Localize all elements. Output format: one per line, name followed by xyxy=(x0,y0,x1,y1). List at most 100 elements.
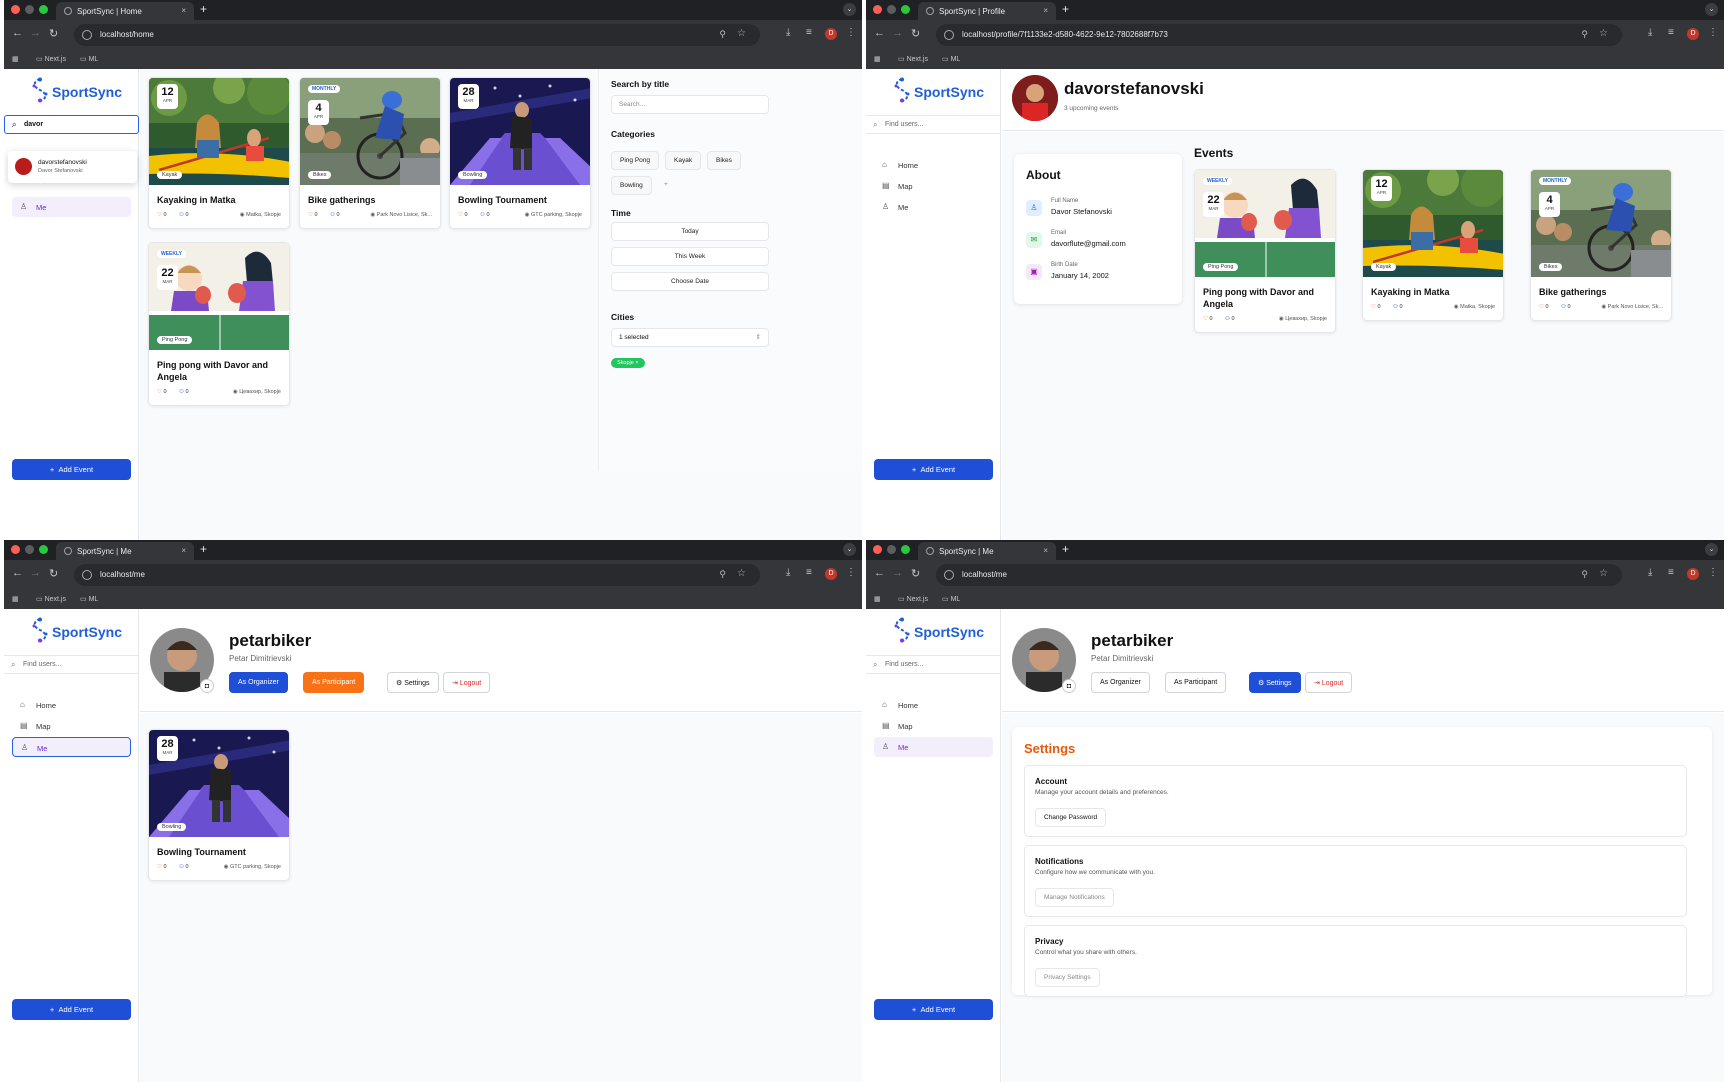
cities-select[interactable]: 1 selected ⇕ xyxy=(611,328,769,347)
find-users-input[interactable]: ⌕ Find users... xyxy=(866,115,1001,134)
close-window-dot[interactable] xyxy=(11,5,20,14)
address-bar[interactable]: localhost/me ⚲ ☆ xyxy=(74,564,760,586)
event-card[interactable]: MONTHLY 4 APR Bikes Bike gatherings ♡ 0 ⚇… xyxy=(299,77,441,229)
find-users-input[interactable]: ⌕ Find users... xyxy=(866,655,1001,674)
maximize-window-dot[interactable] xyxy=(39,545,48,554)
new-tab-button[interactable]: + xyxy=(200,2,207,16)
reload-icon[interactable]: ↻ xyxy=(911,567,920,580)
participants-button[interactable]: ⚇ 0 xyxy=(1225,316,1235,322)
profile-avatar[interactable]: D xyxy=(1687,568,1699,580)
profile-avatar[interactable]: D xyxy=(1687,28,1699,40)
as-participant-button[interactable]: As Participant xyxy=(1165,672,1227,693)
profile-avatar[interactable]: D xyxy=(825,568,837,580)
bookmark-ml[interactable]: ▭ ML xyxy=(80,55,98,63)
profile-avatar[interactable]: D xyxy=(825,28,837,40)
tab-search-icon[interactable]: ⌄ xyxy=(1705,3,1718,16)
participants-button[interactable]: ⚇ 0 xyxy=(179,864,189,870)
find-users-input[interactable]: ⌕ davor xyxy=(4,115,139,134)
media-icon[interactable]: ≡ xyxy=(1668,27,1674,38)
city-chip-skopje[interactable]: Skopje × xyxy=(611,358,645,368)
as-organizer-button[interactable]: As Organizer xyxy=(229,672,288,693)
location-icon[interactable]: ⚲ xyxy=(719,569,726,580)
apps-grid-icon[interactable]: ▦ xyxy=(12,55,19,63)
like-button[interactable]: ♡ 0 xyxy=(157,389,167,395)
menu-dots-icon[interactable]: ⋮ xyxy=(846,27,856,38)
bookmark-ml[interactable]: ▭ ML xyxy=(942,595,960,603)
bookmark-nextjs[interactable]: ▭ Next.js xyxy=(898,55,928,63)
event-card[interactable]: MONTHLY 4 APR Bikes Bike gatherings ♡ 0 ⚇… xyxy=(1530,169,1672,321)
bookmark-star-icon[interactable]: ☆ xyxy=(737,568,746,579)
event-card[interactable]: 28 MAR Bowling Bowling Tournament ♡ 0 ⚇ 0… xyxy=(449,77,591,229)
bookmark-star-icon[interactable]: ☆ xyxy=(737,28,746,39)
maximize-window-dot[interactable] xyxy=(901,5,910,14)
browser-tab[interactable]: SportSync | Profile × xyxy=(918,2,1056,20)
tab-search-icon[interactable]: ⌄ xyxy=(843,3,856,16)
apps-grid-icon[interactable]: ▦ xyxy=(874,55,881,63)
tab-search-icon[interactable]: ⌄ xyxy=(843,543,856,556)
add-event-button[interactable]: + Add Event xyxy=(12,459,131,480)
as-participant-button[interactable]: As Participant xyxy=(303,672,365,693)
download-icon[interactable]: ⤓ xyxy=(786,27,790,38)
media-icon[interactable]: ≡ xyxy=(806,27,812,38)
close-window-dot[interactable] xyxy=(873,5,882,14)
new-tab-button[interactable]: + xyxy=(1062,542,1069,556)
participants-button[interactable]: ⚇ 0 xyxy=(179,212,189,218)
close-tab-icon[interactable]: × xyxy=(181,6,186,15)
participants-button[interactable]: ⚇ 0 xyxy=(480,212,490,218)
minimize-window-dot[interactable] xyxy=(25,5,34,14)
download-icon[interactable]: ⤓ xyxy=(1648,27,1652,38)
camera-icon[interactable]: ◘ xyxy=(200,679,214,693)
category-chip[interactable]: Kayak xyxy=(665,151,702,170)
forward-icon[interactable]: → xyxy=(892,567,903,579)
find-users-input[interactable]: ⌕ Find users... xyxy=(4,655,139,674)
apps-grid-icon[interactable]: ▦ xyxy=(874,595,881,603)
sidebar-item-me[interactable]: ♙ Me xyxy=(12,737,131,757)
settings-button[interactable]: ⚙ Settings xyxy=(387,672,439,693)
like-button[interactable]: ♡ 0 xyxy=(1371,304,1381,310)
like-button[interactable]: ♡ 0 xyxy=(157,864,167,870)
site-info-icon[interactable] xyxy=(82,30,92,40)
apps-grid-icon[interactable]: ▦ xyxy=(12,595,19,603)
reload-icon[interactable]: ↻ xyxy=(49,27,58,40)
sidebar-item-me[interactable]: ♙ Me xyxy=(874,197,993,217)
sidebar-item-home[interactable]: ⌂ Home xyxy=(874,695,993,715)
menu-dots-icon[interactable]: ⋮ xyxy=(1708,567,1718,578)
download-icon[interactable]: ⤓ xyxy=(786,567,790,578)
logout-button[interactable]: ⇥ Logout xyxy=(1305,672,1353,693)
participants-button[interactable]: ⚇ 0 xyxy=(330,212,340,218)
participants-button[interactable]: ⚇ 0 xyxy=(179,389,189,395)
user-search-dropdown[interactable]: davorstefanovski Davor Stefanovski xyxy=(8,151,137,183)
location-icon[interactable]: ⚲ xyxy=(1581,569,1588,580)
category-chip[interactable]: Bikes xyxy=(707,151,741,170)
sidebar-item-map[interactable]: ▤ Map xyxy=(874,716,993,736)
minimize-window-dot[interactable] xyxy=(25,545,34,554)
site-info-icon[interactable] xyxy=(944,570,954,580)
browser-tab[interactable]: SportSync | Home × xyxy=(56,2,194,20)
forward-icon[interactable]: → xyxy=(892,27,903,39)
like-button[interactable]: ♡ 0 xyxy=(458,212,468,218)
time-option[interactable]: Today xyxy=(611,222,769,241)
sidebar-item-me[interactable]: ♙ Me xyxy=(874,737,993,757)
event-card[interactable]: 28 MAR Bowling Bowling Tournament ♡ 0 ⚇ 0… xyxy=(148,729,290,881)
browser-tab[interactable]: SportSync | Me × xyxy=(56,542,194,560)
close-window-dot[interactable] xyxy=(873,545,882,554)
back-icon[interactable]: ← xyxy=(12,27,23,39)
camera-icon[interactable]: ◘ xyxy=(1062,679,1076,693)
event-card[interactable]: WEEKLY 22 MAR Ping Pong Ping pong with Da… xyxy=(148,242,290,406)
new-tab-button[interactable]: + xyxy=(200,542,207,556)
reload-icon[interactable]: ↻ xyxy=(911,27,920,40)
bookmark-ml[interactable]: ▭ ML xyxy=(942,55,960,63)
time-option[interactable]: This Week xyxy=(611,247,769,266)
address-bar[interactable]: localhost/profile/7f1133e2-d580-4622-9e1… xyxy=(936,24,1622,46)
new-tab-button[interactable]: + xyxy=(1062,2,1069,16)
sidebar-item-map[interactable]: ▤ Map xyxy=(12,716,131,736)
back-icon[interactable]: ← xyxy=(874,27,885,39)
media-icon[interactable]: ≡ xyxy=(1668,567,1674,578)
menu-dots-icon[interactable]: ⋮ xyxy=(1708,27,1718,38)
event-card[interactable]: WEEKLY 22 MAR Ping Pong Ping pong with Da… xyxy=(1194,169,1336,333)
download-icon[interactable]: ⤓ xyxy=(1648,567,1652,578)
back-icon[interactable]: ← xyxy=(874,567,885,579)
sidebar-item-home[interactable]: ⌂ Home xyxy=(12,695,131,715)
add-event-button[interactable]: + Add Event xyxy=(12,999,131,1020)
location-icon[interactable]: ⚲ xyxy=(719,29,726,40)
